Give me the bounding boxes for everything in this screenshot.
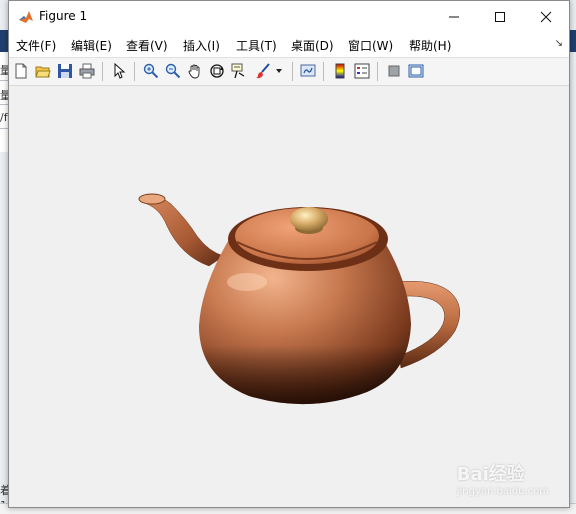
toolbar-separator — [134, 62, 135, 81]
menu-help[interactable]: 帮助(H) — [409, 37, 451, 54]
brush-dropdown[interactable] — [273, 61, 285, 81]
watermark-url: jingyan.baidu.com — [456, 486, 549, 497]
menu-desktop[interactable]: 桌面(D) — [291, 37, 334, 54]
close-icon — [540, 11, 552, 22]
menu-edit[interactable]: 编辑(E) — [71, 37, 112, 54]
menu-bar: 文件(F) 编辑(E) 查看(V) 插入(I) 工具(T) 桌面(D) 窗口(W… — [9, 32, 569, 58]
minimize-button[interactable] — [431, 1, 477, 32]
figure-window: Figure 1 文件(F) 编辑(E) 查看(V) 插入(I) 工具(T) 桌… — [8, 0, 570, 508]
watermark-brand: Bai经验 — [456, 464, 525, 485]
edit-plot-arrow-icon — [114, 63, 126, 79]
menu-tools[interactable]: 工具(T) — [236, 37, 277, 54]
close-button[interactable] — [523, 1, 569, 32]
save-button[interactable] — [55, 61, 75, 81]
data-cursor-icon — [231, 63, 245, 79]
print-icon — [79, 63, 95, 79]
menu-insert[interactable]: 插入(I) — [183, 37, 220, 54]
teapot-spout — [139, 195, 225, 267]
edit-plot-button[interactable] — [109, 61, 129, 81]
rotate-3d-icon — [210, 64, 224, 78]
maximize-icon — [495, 11, 505, 22]
zoom-out-icon — [165, 63, 181, 79]
save-icon — [58, 64, 72, 78]
zoom-out-button[interactable] — [163, 61, 183, 81]
show-plot-tools-button[interactable] — [406, 61, 426, 81]
title-bar[interactable]: Figure 1 — [9, 1, 569, 32]
open-file-button[interactable] — [33, 61, 53, 81]
dock-arrow-icon[interactable]: ↘ — [555, 38, 563, 49]
chevron-down-icon — [276, 69, 282, 73]
toolbar-separator — [323, 62, 324, 81]
show-plot-tools-icon — [408, 64, 424, 78]
legend-icon — [354, 63, 370, 79]
menu-window[interactable]: 窗口(W) — [348, 37, 393, 54]
link-plot-button[interactable] — [298, 61, 318, 81]
hide-plot-tools-icon — [388, 65, 400, 77]
toolbar-separator — [102, 62, 103, 81]
new-figure-button[interactable] — [11, 61, 31, 81]
pan-hand-icon — [188, 64, 200, 79]
toolbar-separator — [292, 62, 293, 81]
rotate-3d-button[interactable] — [207, 61, 227, 81]
figure-canvas[interactable]: Bai经验 jingyan.baidu.com — [9, 86, 569, 507]
maximize-button[interactable] — [477, 1, 523, 32]
new-figure-icon — [15, 63, 27, 79]
colorbar-icon — [335, 63, 345, 79]
print-button[interactable] — [77, 61, 97, 81]
window-title: Figure 1 — [39, 9, 88, 23]
minimize-icon — [449, 16, 459, 17]
open-file-icon — [35, 66, 51, 78]
teapot-spout-opening — [138, 193, 166, 205]
hide-plot-tools-button[interactable] — [384, 61, 404, 81]
data-cursor-button[interactable] — [229, 61, 249, 81]
matlab-icon — [18, 9, 34, 25]
teapot-surface[interactable] — [9, 86, 569, 507]
brush-icon — [256, 63, 270, 79]
toolbar-separator — [377, 62, 378, 81]
menu-file[interactable]: 文件(F) — [16, 37, 56, 54]
legend-button[interactable] — [352, 61, 372, 81]
brush-button[interactable] — [253, 61, 273, 81]
link-plot-icon — [300, 64, 316, 77]
teapot-body-highlight — [227, 273, 267, 291]
background-text: /f — [0, 111, 8, 124]
teapot-knob — [290, 207, 328, 231]
zoom-in-icon — [143, 63, 159, 79]
watermark-logo: Bai经验 jingyan.baidu.com — [457, 460, 549, 497]
zoom-in-button[interactable] — [141, 61, 161, 81]
colorbar-button[interactable] — [330, 61, 350, 81]
pan-button[interactable] — [185, 61, 205, 81]
figure-toolbar — [9, 58, 569, 86]
menu-view[interactable]: 查看(V) — [126, 37, 168, 54]
